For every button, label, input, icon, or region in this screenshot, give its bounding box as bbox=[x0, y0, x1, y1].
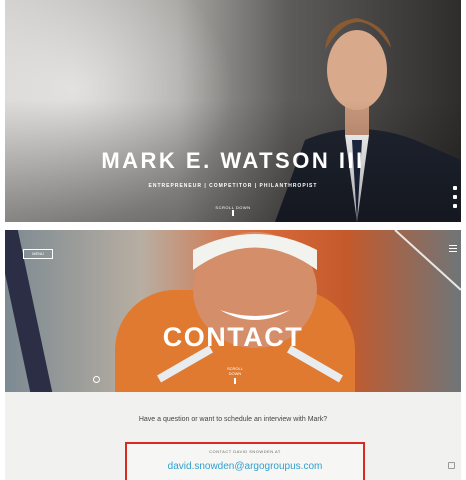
hamburger-icon[interactable] bbox=[449, 245, 457, 254]
contact-scroll-label: SCROLL DOWN bbox=[226, 366, 243, 376]
circle-icon[interactable] bbox=[93, 376, 100, 383]
facebook-icon[interactable] bbox=[453, 186, 457, 190]
hero-title: MARK E. WATSON III bbox=[101, 148, 365, 173]
hero-tagline: ENTREPRENEUR | COMPETITOR | PHILANTHROPI… bbox=[148, 183, 318, 189]
scroll-down-link[interactable]: SCROLL DOWN bbox=[215, 205, 251, 216]
linkedin-icon[interactable] bbox=[453, 204, 457, 208]
contact-title: CONTACT bbox=[162, 322, 304, 352]
twitter-icon[interactable] bbox=[453, 195, 457, 199]
scroll-down-icon bbox=[234, 378, 236, 384]
email-link[interactable]: david.snowden@argogroupus.com bbox=[127, 461, 363, 472]
contact-info-section: Have a question or want to schedule an i… bbox=[5, 392, 461, 480]
hero-section: MARK E. WATSON III ENTREPRENEUR | COMPET… bbox=[5, 0, 461, 222]
contact-section: MENU CONTACT SCROLL DOWN bbox=[5, 230, 461, 392]
menu-button[interactable]: MENU bbox=[23, 249, 53, 259]
contact-question: Have a question or want to schedule an i… bbox=[138, 416, 328, 423]
email-highlight-box: CONTACT DAVID SNOWDEN AT david.snowden@a… bbox=[125, 442, 365, 480]
scroll-down-icon bbox=[232, 210, 234, 216]
contact-scroll-link[interactable]: SCROLL DOWN bbox=[221, 366, 249, 384]
social-icons bbox=[451, 186, 459, 213]
back-to-top-icon[interactable] bbox=[448, 462, 455, 469]
email-heading: CONTACT DAVID SNOWDEN AT bbox=[209, 449, 281, 454]
